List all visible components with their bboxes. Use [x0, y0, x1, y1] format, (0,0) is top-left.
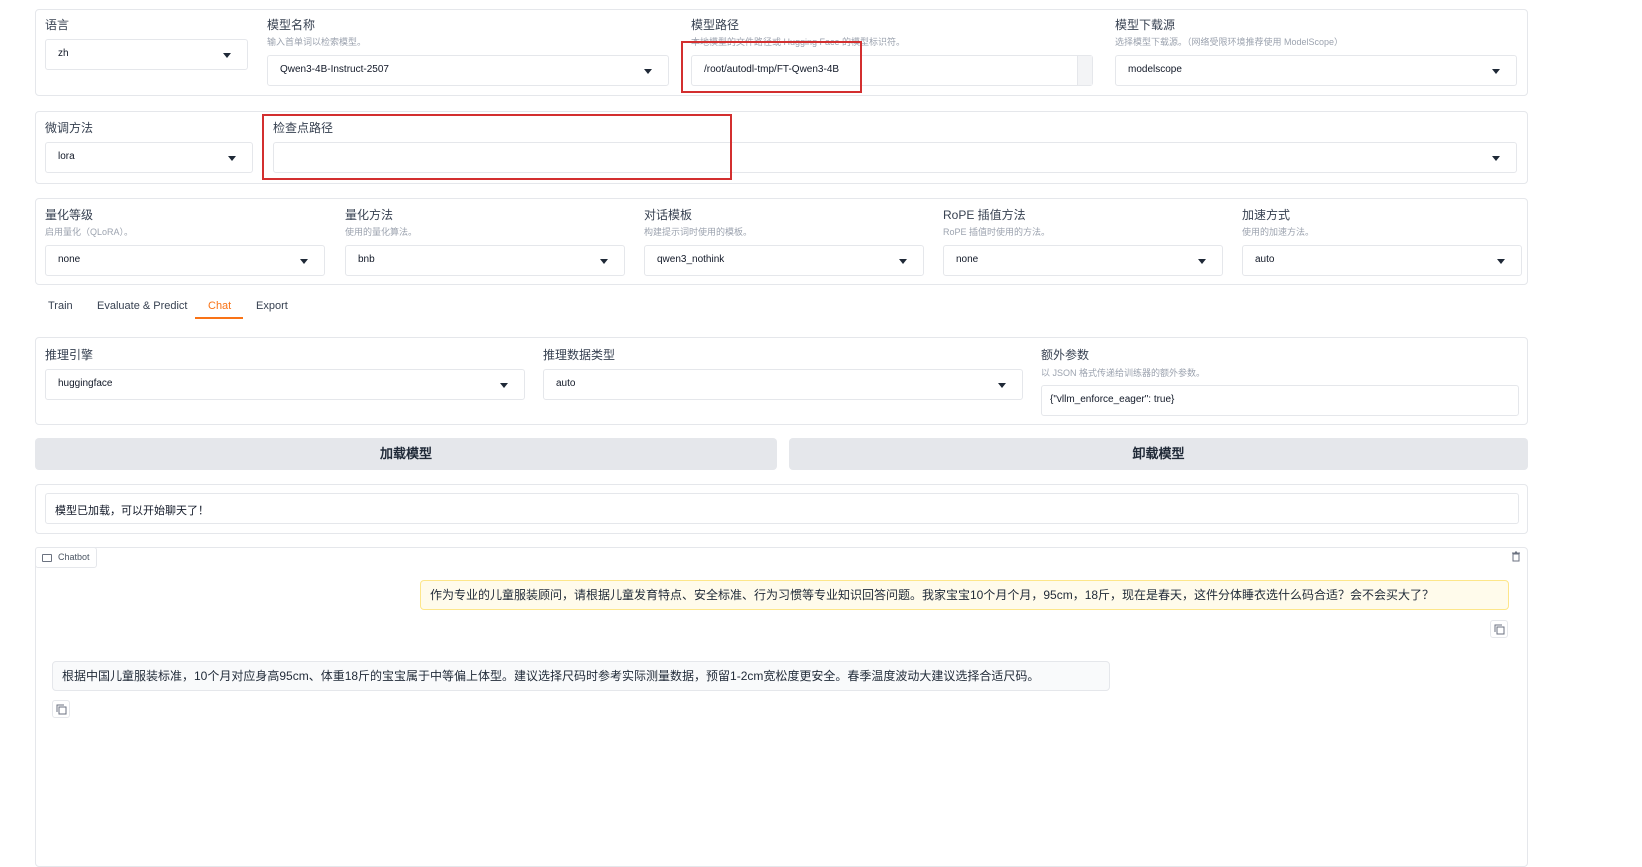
chevron-down-icon [998, 383, 1006, 388]
assistant-message: 根据中国儿童服装标准，10个月对应身高95cm、体重18斤的宝宝属于中等偏上体型… [52, 661, 1110, 691]
booster-label: 加速方式 [1242, 208, 1291, 222]
model-name-value: Qwen3-4B-Instruct-2507 [280, 64, 389, 75]
quant-method-label: 量化方法 [345, 208, 394, 222]
active-tab-indicator [195, 317, 243, 319]
infer-backend-value: huggingface [58, 378, 113, 389]
clear-chat-button[interactable] [1508, 548, 1524, 564]
status-text: 模型已加载，可以开始聊天了！ [55, 505, 209, 517]
language-label: 语言 [45, 18, 70, 32]
highlight-model-path [681, 41, 862, 93]
chevron-down-icon [228, 156, 236, 161]
chat-icon [42, 554, 52, 562]
quant-level-value: none [58, 254, 81, 265]
tab-evaluate-predict[interactable]: Evaluate & Predict [97, 300, 188, 312]
tab-chat[interactable]: Chat [208, 300, 231, 312]
infer-dtype-value: auto [556, 378, 576, 389]
copy-icon [56, 704, 67, 715]
template-value: qwen3_nothink [657, 254, 725, 265]
rope-dropdown[interactable]: none [943, 245, 1223, 276]
input-scrollbar[interactable] [1077, 56, 1092, 85]
highlight-checkpoint-path [262, 114, 732, 180]
extra-args-input[interactable]: {"vllm_enforce_eager": true} [1041, 385, 1519, 416]
chatbot-label-badge: Chatbot [35, 547, 97, 568]
extra-args-label: 额外参数 [1041, 348, 1090, 362]
booster-dropdown[interactable]: auto [1242, 245, 1522, 276]
unload-model-button[interactable]: 卸载模型 [789, 438, 1528, 470]
finetune-method-dropdown[interactable]: lora [45, 142, 253, 173]
chevron-down-icon [300, 259, 308, 264]
chevron-down-icon [1497, 259, 1505, 264]
infer-backend-dropdown[interactable]: huggingface [45, 369, 525, 400]
rope-hint: RoPE 插值时使用的方法。 [943, 227, 1051, 237]
chevron-down-icon [600, 259, 608, 264]
copy-assistant-message-button[interactable] [52, 700, 70, 718]
infer-backend-label: 推理引擎 [45, 348, 94, 362]
chevron-down-icon [644, 69, 652, 74]
model-path-label: 模型路径 [691, 18, 740, 32]
quant-level-label: 量化等级 [45, 208, 94, 222]
tab-export[interactable]: Export [256, 300, 288, 312]
quant-method-hint: 使用的量化算法。 [345, 227, 418, 237]
finetune-method-label: 微调方法 [45, 121, 94, 135]
template-hint: 构建提示词时使用的模板。 [644, 227, 753, 237]
language-value: zh [58, 48, 69, 59]
copy-user-message-button[interactable] [1490, 620, 1508, 638]
load-model-button[interactable]: 加载模型 [35, 438, 777, 470]
template-dropdown[interactable]: qwen3_nothink [644, 245, 924, 276]
model-source-value: modelscope [1128, 64, 1182, 75]
chatbot-label: Chatbot [58, 552, 90, 562]
quant-method-dropdown[interactable]: bnb [345, 245, 625, 276]
tab-train[interactable]: Train [48, 300, 73, 312]
chevron-down-icon [500, 383, 508, 388]
finetune-method-value: lora [58, 151, 75, 162]
rope-value: none [956, 254, 979, 265]
model-name-label: 模型名称 [267, 18, 316, 32]
booster-hint: 使用的加速方法。 [1242, 227, 1315, 237]
language-dropdown[interactable]: zh [45, 39, 248, 70]
quant-level-hint: 启用量化（QLoRA）。 [45, 227, 134, 237]
extra-args-hint: 以 JSON 格式传递给训练器的额外参数。 [1041, 368, 1206, 378]
chevron-down-icon [1198, 259, 1206, 264]
template-label: 对话模板 [644, 208, 693, 222]
infer-dtype-label: 推理数据类型 [543, 348, 616, 362]
quant-level-dropdown[interactable]: none [45, 245, 325, 276]
model-source-label: 模型下载源 [1115, 18, 1176, 32]
chevron-down-icon [1492, 156, 1500, 161]
chevron-down-icon [223, 53, 231, 58]
extra-args-value: {"vllm_enforce_eager": true} [1050, 394, 1175, 405]
model-name-dropdown[interactable]: Qwen3-4B-Instruct-2507 [267, 55, 669, 86]
model-source-dropdown[interactable]: modelscope [1115, 55, 1517, 86]
booster-value: auto [1255, 254, 1275, 265]
status-textbox[interactable]: 模型已加载，可以开始聊天了！ [45, 493, 1519, 524]
infer-dtype-dropdown[interactable]: auto [543, 369, 1023, 400]
user-message: 作为专业的儿童服装顾问，请根据儿童发育特点、安全标准、行为习惯等专业知识回答问题… [420, 580, 1509, 610]
chevron-down-icon [899, 259, 907, 264]
copy-icon [1494, 624, 1505, 635]
model-name-hint: 输入首单词以检索模型。 [267, 37, 367, 47]
quant-method-value: bnb [358, 254, 375, 265]
chevron-down-icon [1492, 69, 1500, 74]
trash-icon [1512, 551, 1520, 562]
rope-label: RoPE 插值方法 [943, 208, 1026, 222]
model-source-hint: 选择模型下载源。（网络受限环境推荐使用 ModelScope） [1115, 37, 1344, 47]
